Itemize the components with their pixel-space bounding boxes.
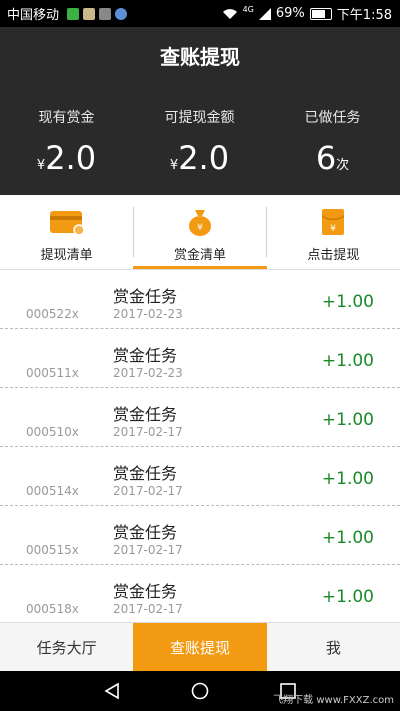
nav-me[interactable]: 我	[267, 623, 400, 672]
battery-percent: 69%	[275, 6, 305, 21]
list-item[interactable]: 000515x 赏金任务 2017-02-17 +1.00	[0, 506, 400, 565]
record-name: 赏金任务	[113, 582, 178, 601]
tab-withdraw[interactable]: ¥ 点击提现	[267, 195, 400, 269]
home-icon[interactable]	[191, 682, 209, 700]
list-item[interactable]: 000514x 赏金任务 2017-02-17 +1.00	[0, 447, 400, 506]
system-navigation-bar: 飞翔下载 www.FXXZ.com	[0, 671, 400, 711]
app-notification-icon	[115, 7, 128, 20]
record-id: 000514x	[26, 484, 79, 498]
record-name: 赏金任务	[113, 405, 178, 424]
record-id: 000515x	[26, 543, 79, 557]
record-name: 赏金任务	[113, 523, 178, 542]
stat-label: 可提现金额	[164, 110, 235, 126]
account-header: 查账提现 现有赏金 ¥2.0 可提现金额 ¥2.0 已做任务 6次	[0, 27, 400, 195]
record-name: 赏金任务	[113, 287, 178, 306]
app-notification-icon	[99, 7, 112, 20]
watermark: 飞翔下载 www.FXXZ.com	[273, 695, 394, 706]
back-icon[interactable]	[103, 682, 121, 700]
record-amount: +1.00	[321, 292, 374, 312]
wifi-icon	[222, 8, 237, 19]
clock: 下午1:58	[336, 8, 392, 23]
list-item[interactable]: 000518x 赏金任务 2017-02-17 +1.00	[0, 565, 400, 622]
record-id: 000510x	[26, 425, 79, 439]
tab-divider	[266, 207, 267, 257]
stat-label: 已做任务	[304, 110, 361, 126]
stat-value: ¥2.0	[169, 139, 230, 177]
record-name: 赏金任务	[113, 464, 178, 483]
record-amount: +1.00	[321, 351, 374, 371]
record-date: 2017-02-17	[113, 484, 183, 498]
signal-icon	[258, 7, 271, 20]
record-amount: +1.00	[321, 410, 374, 430]
ledger-tabs: 提现清单 ¥ 赏金清单 ¥ 点击提现	[0, 195, 400, 270]
card-icon	[49, 211, 85, 236]
tab-label: 提现清单	[40, 248, 93, 263]
network-type: 4G	[242, 5, 254, 14]
record-date: 2017-02-23	[113, 307, 183, 321]
record-id: 000518x	[26, 602, 79, 616]
record-amount: +1.00	[321, 469, 374, 489]
list-item[interactable]: 000511x 赏金任务 2017-02-23 +1.00	[0, 329, 400, 388]
page-title: 查账提现	[160, 45, 240, 69]
record-amount: +1.00	[321, 528, 374, 548]
stat-label: 现有赏金	[38, 110, 95, 126]
tab-withdraw-list[interactable]: 提现清单	[0, 195, 133, 269]
tab-label: 点击提现	[307, 248, 360, 263]
bounty-record-list: 000522x 赏金任务 2017-02-23 +1.00 000511x 赏金…	[0, 270, 400, 622]
nav-account-withdraw[interactable]: 查账提现	[133, 623, 267, 672]
record-id: 000522x	[26, 307, 79, 321]
tab-bounty-list[interactable]: ¥ 赏金清单	[133, 195, 267, 269]
money-bag-icon: ¥	[188, 210, 211, 236]
app-notification-icon	[83, 7, 96, 20]
svg-text:¥: ¥	[197, 223, 203, 233]
nav-task-hall[interactable]: 任务大厅	[0, 623, 133, 672]
record-date: 2017-02-23	[113, 366, 183, 380]
record-date: 2017-02-17	[113, 425, 183, 439]
status-bar: 中国移动 4G 69% 下午1:58	[0, 0, 400, 27]
record-amount: +1.00	[321, 587, 374, 607]
record-date: 2017-02-17	[113, 543, 183, 557]
record-name: 赏金任务	[113, 346, 178, 365]
stat-value: ¥2.0	[36, 139, 97, 177]
list-item[interactable]: 000522x 赏金任务 2017-02-23 +1.00	[0, 270, 400, 329]
carrier-name: 中国移动	[7, 8, 60, 23]
list-item[interactable]: 000510x 赏金任务 2017-02-17 +1.00	[0, 388, 400, 447]
stat-withdrawable: 可提现金额 ¥2.0	[133, 107, 266, 177]
record-date: 2017-02-17	[113, 602, 183, 616]
stat-current-bounty: 现有赏金 ¥2.0	[0, 107, 133, 177]
notification-icons	[67, 7, 128, 20]
tab-divider	[133, 207, 134, 257]
record-id: 000511x	[26, 366, 79, 380]
stat-value: 6次	[315, 139, 350, 177]
tab-label: 赏金清单	[173, 248, 226, 263]
battery-icon	[309, 7, 332, 20]
bottom-navigation: 任务大厅 查账提现 我	[0, 622, 400, 672]
app-notification-icon	[67, 7, 80, 20]
svg-text:¥: ¥	[330, 224, 336, 234]
stat-tasks-done: 已做任务 6次	[266, 107, 399, 177]
red-envelope-icon: ¥	[321, 209, 345, 235]
